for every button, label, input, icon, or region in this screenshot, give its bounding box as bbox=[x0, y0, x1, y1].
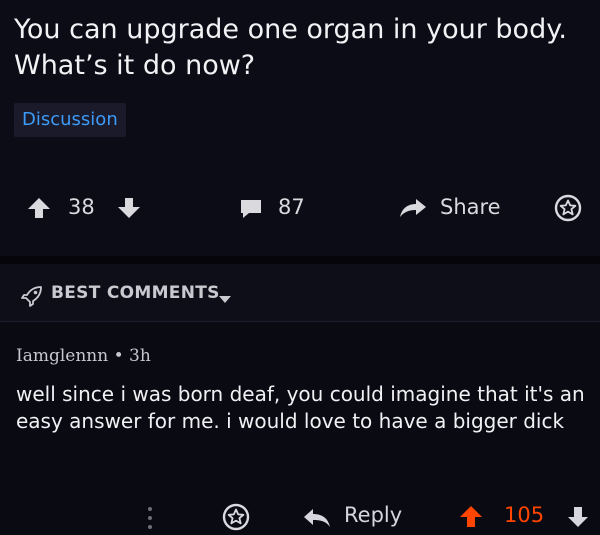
post-flair[interactable]: Discussion bbox=[14, 103, 126, 137]
comment-count[interactable]: 87 bbox=[278, 195, 305, 219]
chevron-down-icon[interactable] bbox=[218, 290, 232, 309]
more-icon[interactable] bbox=[146, 505, 154, 531]
reply-button[interactable]: Reply bbox=[344, 503, 402, 527]
reply-icon[interactable] bbox=[302, 507, 332, 529]
post-title[interactable]: You can upgrade one organ in your body. … bbox=[14, 12, 574, 84]
comment-meta[interactable]: Iamglennn • 3h bbox=[16, 346, 151, 366]
comment-score: 105 bbox=[504, 503, 545, 527]
section-divider bbox=[0, 256, 600, 264]
upvote-icon[interactable] bbox=[458, 504, 484, 530]
share-icon[interactable] bbox=[398, 196, 428, 220]
comment: Iamglennn • 3h well since i was born dea… bbox=[0, 323, 600, 534]
downvote-icon[interactable] bbox=[566, 505, 590, 529]
share-button[interactable]: Share bbox=[440, 195, 501, 219]
award-icon[interactable] bbox=[222, 503, 250, 531]
comment-icon[interactable] bbox=[238, 197, 264, 221]
post-score: 38 bbox=[68, 195, 95, 219]
sort-label[interactable]: BEST COMMENTS bbox=[51, 283, 220, 303]
award-icon[interactable] bbox=[554, 194, 582, 222]
post-action-bar: 38 87 Share bbox=[0, 188, 600, 228]
comment-body: well since i was born deaf, you could im… bbox=[16, 382, 585, 433]
downvote-icon[interactable] bbox=[116, 196, 142, 220]
post: You can upgrade one organ in your body. … bbox=[0, 0, 600, 256]
rocket-icon bbox=[20, 284, 44, 312]
comment-sort-bar[interactable]: BEST COMMENTS bbox=[0, 264, 600, 322]
upvote-icon[interactable] bbox=[26, 196, 52, 220]
comment-action-bar: Reply 105 bbox=[0, 501, 600, 535]
